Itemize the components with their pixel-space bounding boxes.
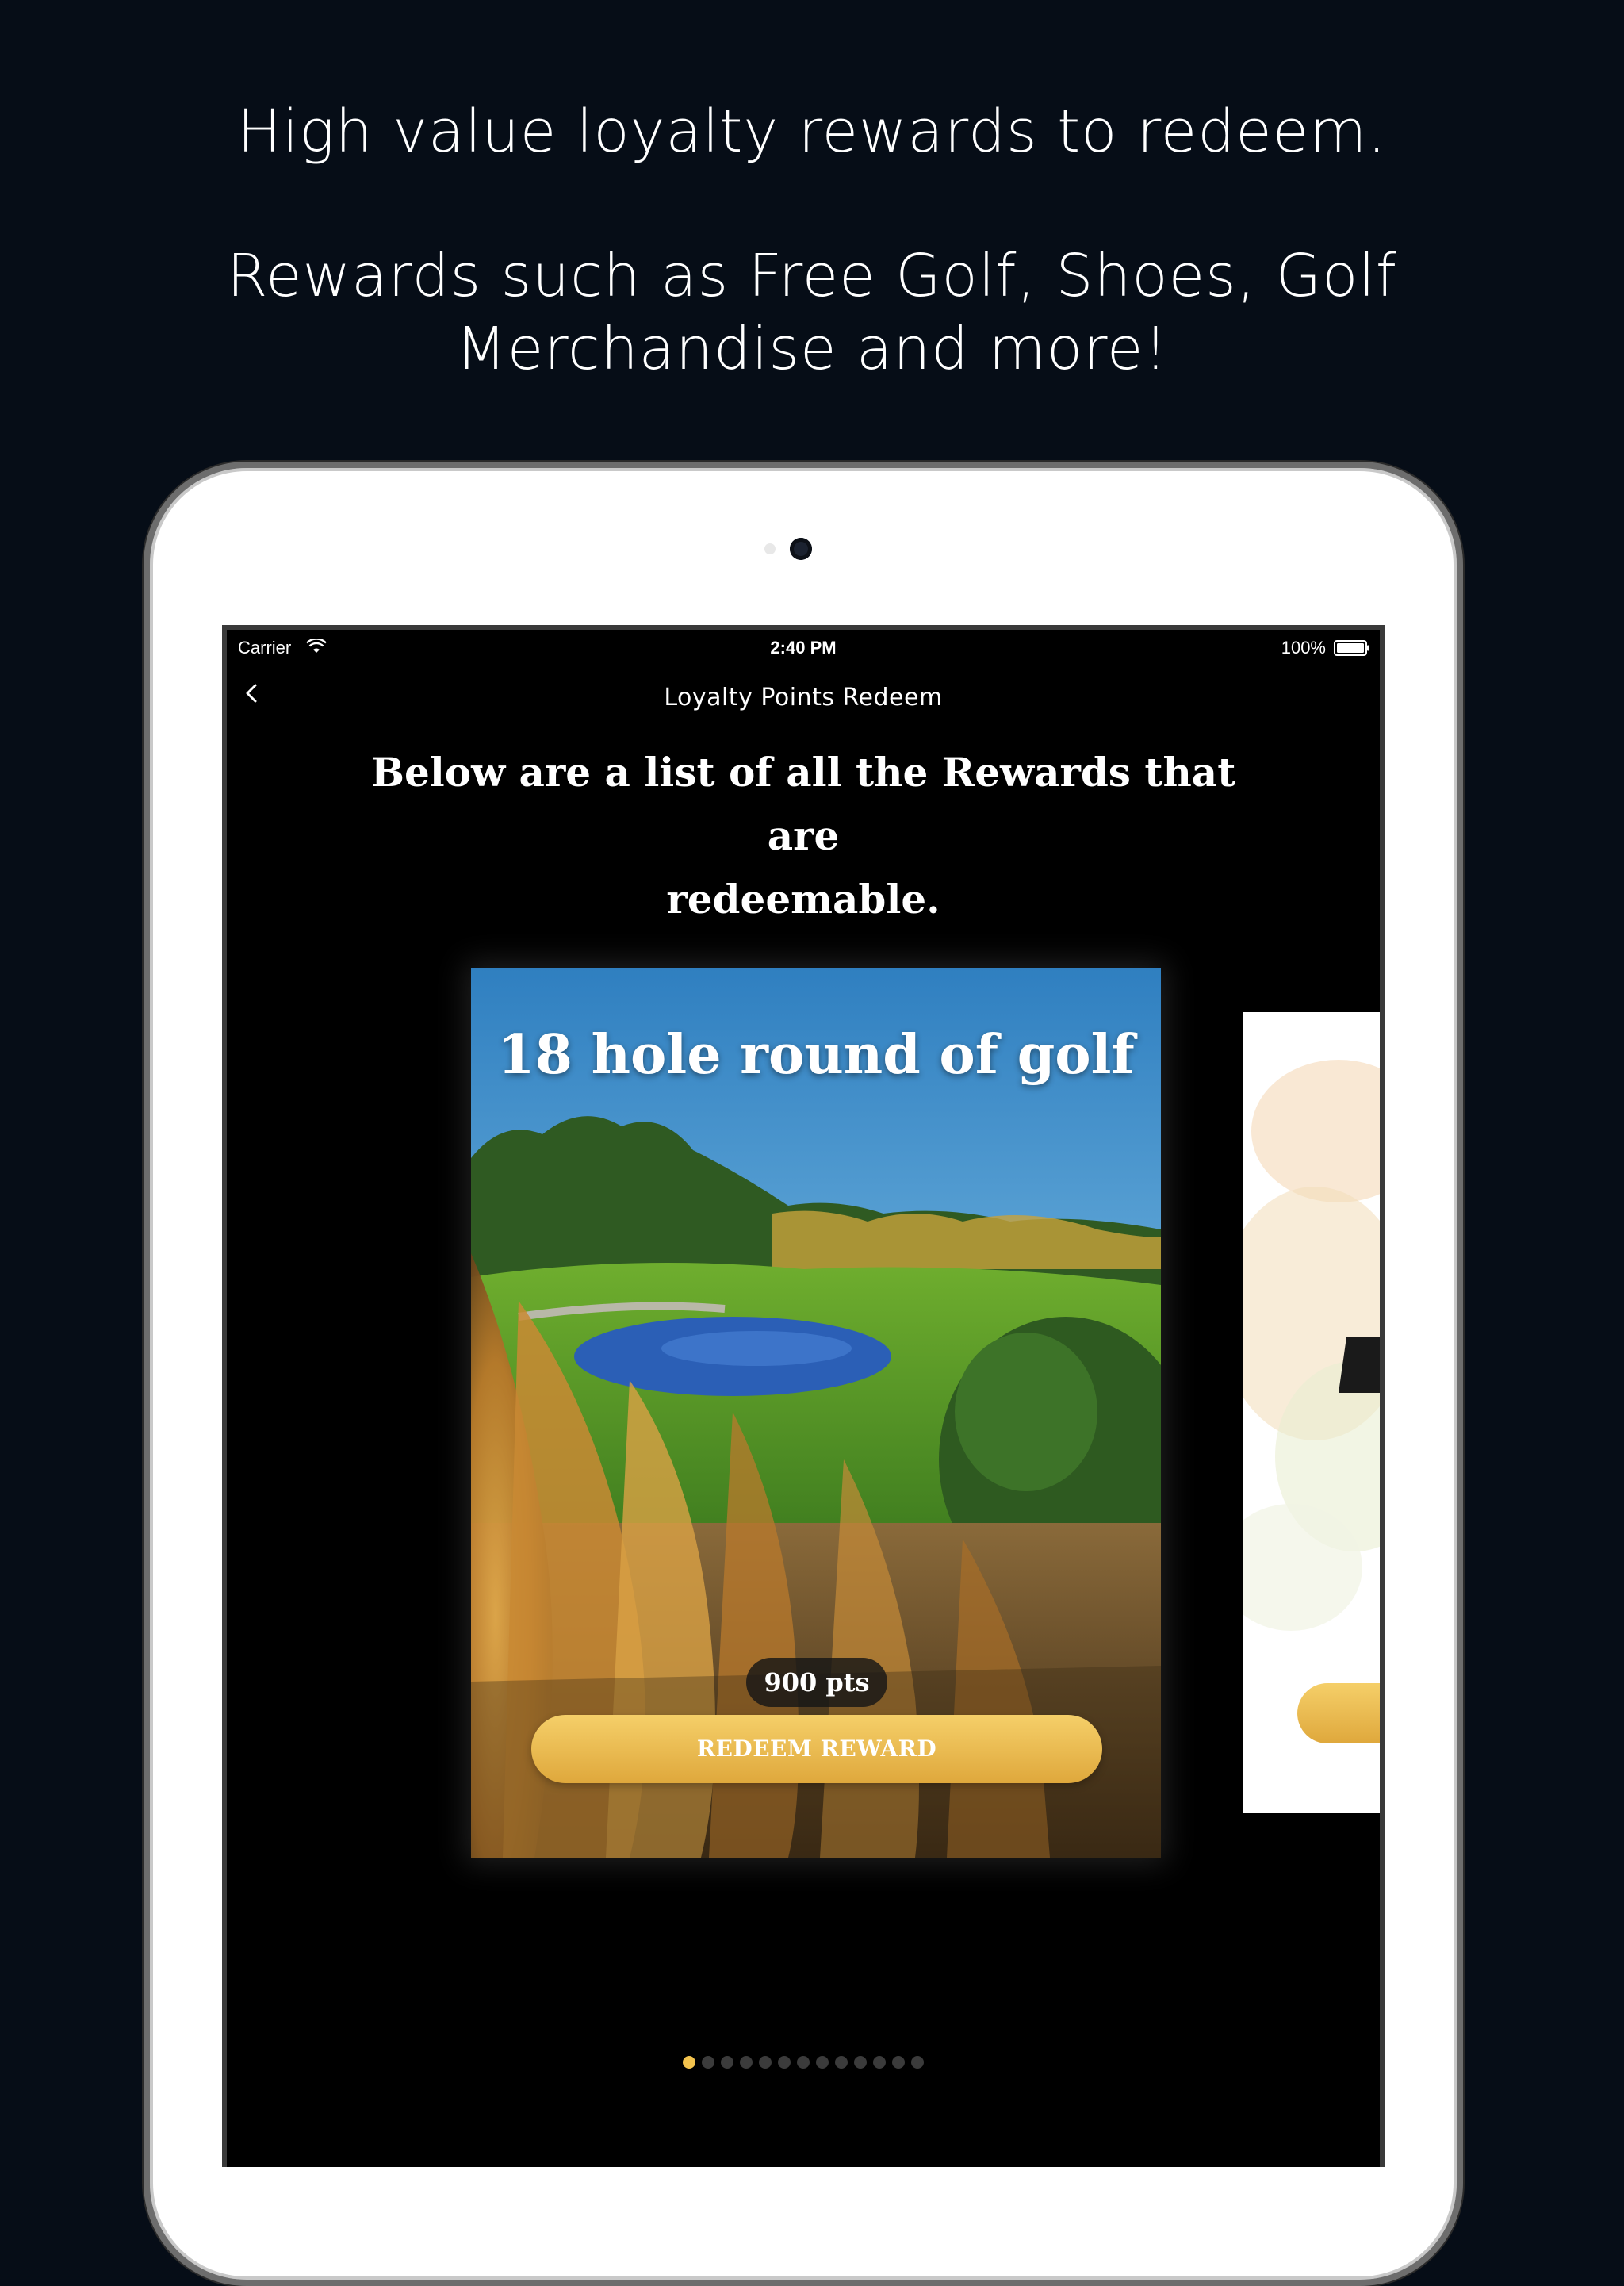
page-dot[interactable] (740, 2056, 753, 2069)
status-battery-percent: 100% (1281, 638, 1326, 658)
nav-title: Loyalty Points Redeem (664, 684, 943, 711)
page-dot[interactable] (702, 2056, 714, 2069)
status-bar: Carrier 2:40 PM 100% (227, 630, 1380, 665)
promo-headline: High value loyalty rewards to redeem. (237, 98, 1387, 166)
status-time: 2:40 PM (770, 638, 837, 658)
reward-points-badge: 900 pts (746, 1658, 887, 1707)
battery-icon (1334, 640, 1369, 656)
promo-subheadline-line-1: Rewards such as Free Golf, Shoes, Golf (227, 242, 1397, 310)
front-camera (790, 538, 812, 560)
page-dot[interactable] (816, 2056, 829, 2069)
page-dot[interactable] (892, 2056, 905, 2069)
reward-title: 18 hole round of golf (497, 1023, 1135, 1087)
page-dot[interactable] (835, 2056, 848, 2069)
page-dot[interactable] (759, 2056, 772, 2069)
next-reward-card[interactable] (1243, 1012, 1380, 1813)
front-sensor (764, 543, 776, 554)
navigation-bar: Loyalty Points Redeem (227, 665, 1380, 736)
promo-subheadline: Rewards such as Free Golf, Shoes, Golf M… (0, 240, 1624, 385)
page-dot[interactable] (721, 2056, 733, 2069)
page-dot[interactable] (873, 2056, 886, 2069)
app-screen: Carrier 2:40 PM 100% Loyalty Points Rede… (222, 625, 1385, 2167)
page-dot[interactable] (854, 2056, 867, 2069)
page-dot[interactable] (911, 2056, 924, 2069)
page-dot[interactable] (797, 2056, 810, 2069)
page-dot[interactable] (778, 2056, 791, 2069)
promo-subheadline-line-2: Merchandise and more! (455, 315, 1169, 383)
next-redeem-button[interactable] (1297, 1683, 1380, 1743)
rewards-intro-line-1: Below are a list of all the Rewards that… (370, 749, 1236, 859)
rewards-intro-line-2: redeemable. (666, 876, 940, 922)
redeem-reward-button[interactable]: REDEEM REWARD (531, 1715, 1102, 1783)
reward-card[interactable]: 18 hole round of golf 900 pts REDEEM REW… (471, 968, 1161, 1858)
page-indicator (227, 2056, 1380, 2069)
rewards-intro-text: Below are a list of all the Rewards that… (346, 741, 1261, 931)
page-dot[interactable] (683, 2056, 695, 2069)
